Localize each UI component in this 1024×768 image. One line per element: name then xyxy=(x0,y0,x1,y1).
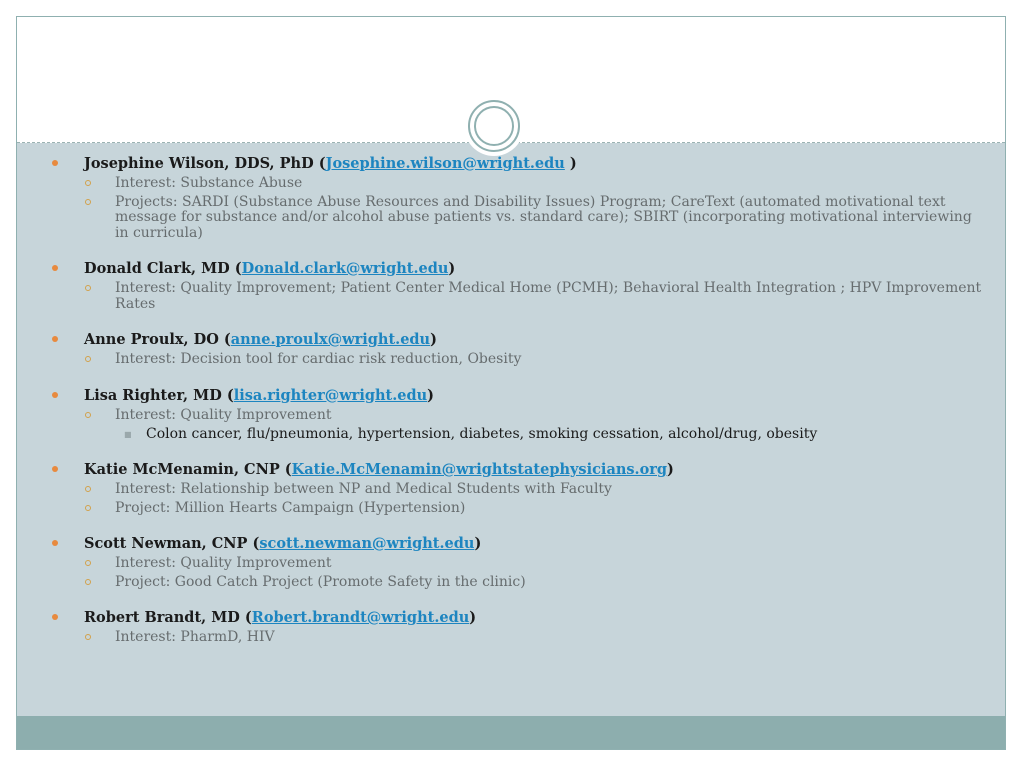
contact-list: Josephine Wilson, DDS, PhD (Josephine.wi… xyxy=(0,154,1024,664)
contact-name-line: Donald Clark, MD (Donald.clark@wright.ed… xyxy=(0,259,1024,278)
contact-detail-text: Interest: PharmD, HIV xyxy=(115,629,275,645)
contact-name: Josephine Wilson, DDS, PhD ( xyxy=(84,155,326,172)
slide-footer-band xyxy=(17,716,1005,749)
contact-detail: Projects: SARDI (Substance Abuse Resourc… xyxy=(0,193,1024,242)
bullet-dot-icon xyxy=(52,336,58,342)
bullet-dot-icon xyxy=(52,160,58,166)
contact-entry: Katie McMenamin, CNP (Katie.McMenamin@wr… xyxy=(0,460,1024,516)
contact-name-line: Anne Proulx, DO (anne.proulx@wright.edu) xyxy=(0,330,1024,349)
ring-bullet-icon xyxy=(85,560,91,566)
contact-name-line: Robert Brandt, MD (Robert.brandt@wright.… xyxy=(0,608,1024,627)
ring-bullet-icon xyxy=(85,411,91,418)
bullet-dot-icon xyxy=(52,391,58,398)
square-bullet-icon: ■ xyxy=(124,430,132,439)
contact-subdetail: ■ Colon cancer, flu/pneumonia, hypertens… xyxy=(0,426,1024,442)
contact-detail-text: Interest: Quality Improvement; Patient C… xyxy=(115,280,982,312)
contact-detail-text: Project: Million Hearts Campaign (Hypert… xyxy=(115,499,466,516)
contact-entry: Josephine Wilson, DDS, PhD (Josephine.wi… xyxy=(0,154,1024,241)
contact-name: Katie McMenamin, CNP ( xyxy=(84,461,292,478)
contact-name-line: Katie McMenamin, CNP (Katie.McMenamin@wr… xyxy=(0,460,1024,479)
contact-email-link[interactable]: anne.proulx@wright.edu xyxy=(231,331,430,348)
contact-name: Robert Brandt, MD ( xyxy=(84,609,252,626)
contact-name: Donald Clark, MD ( xyxy=(84,260,242,277)
contact-name-close: ) xyxy=(564,155,577,172)
contact-entry: Donald Clark, MD (Donald.clark@wright.ed… xyxy=(0,259,1024,312)
contact-name-close: ) xyxy=(474,535,482,552)
contact-name: Anne Proulx, DO ( xyxy=(84,331,231,348)
contact-detail: Interest: Relationship between NP and Me… xyxy=(0,481,1024,498)
contact-email-link[interactable]: lisa.righter@wright.edu xyxy=(234,387,427,404)
contact-detail-text: Projects: SARDI (Substance Abuse Resourc… xyxy=(115,193,972,241)
contact-entry: Robert Brandt, MD (Robert.brandt@wright.… xyxy=(0,608,1024,646)
contact-email-link[interactable]: Donald.clark@wright.edu xyxy=(242,260,449,277)
contact-entry: Anne Proulx, DO (anne.proulx@wright.edu)… xyxy=(0,330,1024,368)
bullet-dot-icon xyxy=(52,614,58,620)
contact-name: Lisa Righter, MD ( xyxy=(84,386,234,404)
contact-detail-text: Interest: Quality Improvement xyxy=(115,406,332,423)
contact-email-link[interactable]: scott.newman@wright.edu xyxy=(259,535,474,552)
contact-subdetail-text: Colon cancer, flu/pneumonia, hypertensio… xyxy=(146,426,818,442)
contact-entry: Scott Newman, CNP (scott.newman@wright.e… xyxy=(0,534,1024,590)
ring-bullet-icon xyxy=(85,180,91,186)
contact-name-line: Scott Newman, CNP (scott.newman@wright.e… xyxy=(0,534,1024,553)
ring-bullet-icon xyxy=(85,285,91,291)
contact-detail-text: Project: Good Catch Project (Promote Saf… xyxy=(115,573,526,590)
ring-bullet-icon xyxy=(85,634,91,640)
contact-name-close: ) xyxy=(667,461,674,478)
contact-name-line: Josephine Wilson, DDS, PhD (Josephine.wi… xyxy=(0,154,1024,173)
ring-bullet-icon xyxy=(85,578,91,585)
contact-detail-text: Interest: Decision tool for cardiac risk… xyxy=(115,351,522,367)
contact-detail: Interest: Quality Improvement; Patient C… xyxy=(0,280,1024,312)
bullet-dot-icon xyxy=(52,265,58,271)
contact-detail-text: Interest: Substance Abuse xyxy=(115,175,303,191)
contact-name-close: ) xyxy=(448,260,456,277)
contact-email-link[interactable]: Josephine.wilson@wright.edu xyxy=(326,155,565,172)
contact-detail: Interest: Substance Abuse xyxy=(0,175,1024,192)
ring-bullet-icon xyxy=(85,356,91,362)
ring-bullet-icon xyxy=(85,198,91,205)
contact-name-close: ) xyxy=(430,331,437,348)
bullet-dot-icon xyxy=(52,466,58,472)
ring-bullet-icon xyxy=(85,486,91,492)
circle-ornament-ring-inner xyxy=(474,106,514,146)
contact-name-close: ) xyxy=(469,609,477,626)
contact-detail: Project: Good Catch Project (Promote Saf… xyxy=(0,573,1024,591)
contact-name-close: ) xyxy=(427,386,435,404)
ring-bullet-icon xyxy=(85,504,91,511)
contact-detail-text: Interest: Quality Improvement xyxy=(115,555,332,571)
contact-detail: Interest: PharmD, HIV xyxy=(0,629,1024,646)
contact-name: Scott Newman, CNP ( xyxy=(84,535,260,552)
contact-detail: Project: Million Hearts Campaign (Hypert… xyxy=(0,499,1024,517)
contact-email-link[interactable]: Katie.McMenamin@wrightstatephysicians.or… xyxy=(292,461,667,478)
contact-entry: Lisa Righter, MD (lisa.righter@wright.ed… xyxy=(0,386,1024,442)
contact-detail: Interest: Decision tool for cardiac risk… xyxy=(0,351,1024,368)
contact-detail: Interest: Quality Improvement xyxy=(0,406,1024,424)
contact-email-link[interactable]: Robert.brandt@wright.edu xyxy=(252,609,470,626)
bullet-dot-icon xyxy=(52,540,58,546)
contact-detail: Interest: Quality Improvement xyxy=(0,555,1024,572)
contact-name-line: Lisa Righter, MD (lisa.righter@wright.ed… xyxy=(0,386,1024,405)
contact-detail-text: Interest: Relationship between NP and Me… xyxy=(115,481,612,497)
